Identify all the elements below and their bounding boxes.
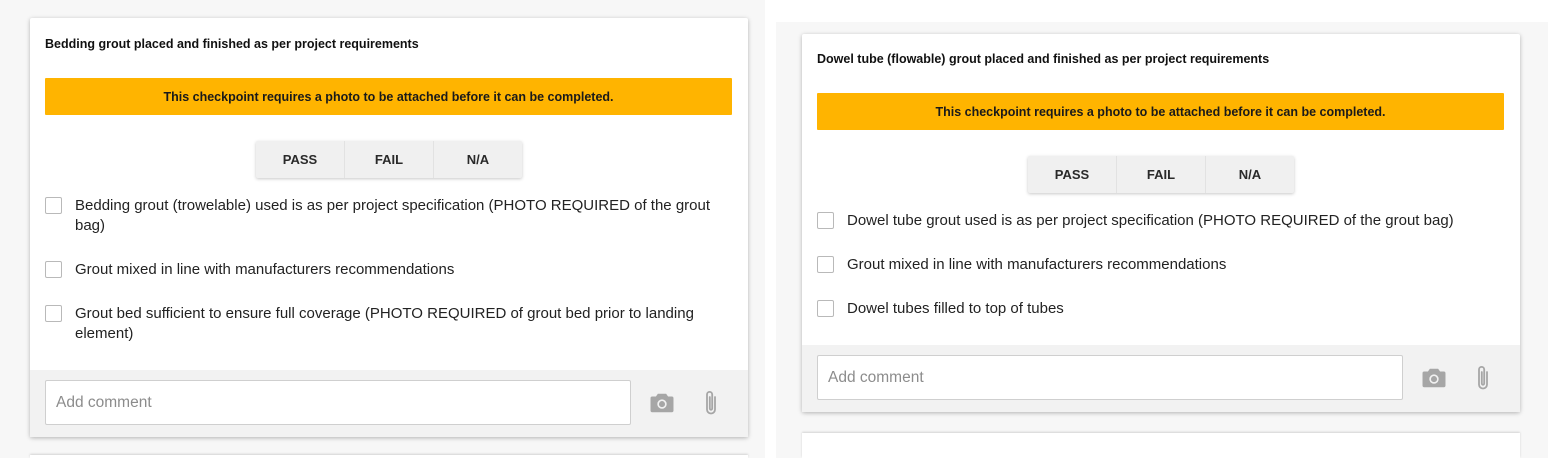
comment-input[interactable]	[817, 355, 1403, 400]
checklist-item: Grout bed sufficient to ensure full cove…	[45, 304, 732, 344]
checklist-item: Grout mixed in line with manufacturers r…	[45, 260, 732, 280]
checklist-item-label: Grout mixed in line with manufacturers r…	[847, 256, 1227, 273]
checklist-item: Grout mixed in line with manufacturers r…	[817, 255, 1504, 275]
checkbox[interactable]	[817, 300, 834, 317]
checklist-item: Dowel tube grout used is as per project …	[817, 211, 1504, 231]
comment-footer	[30, 370, 748, 437]
pass-button[interactable]: PASS	[1028, 156, 1116, 193]
checklist-item-label: Grout mixed in line with manufacturers r…	[75, 261, 455, 278]
na-button[interactable]: N/A	[433, 141, 522, 178]
checklist-item: Dowel tubes filled to top of tubes	[817, 299, 1504, 319]
checkbox[interactable]	[45, 305, 62, 322]
comment-input[interactable]	[45, 380, 631, 425]
camera-icon[interactable]	[648, 389, 676, 417]
checkpoint-card-dowel-tube-grout: Dowel tube (flowable) grout placed and f…	[802, 34, 1520, 412]
checkbox[interactable]	[817, 256, 834, 273]
checkbox[interactable]	[817, 212, 834, 229]
comment-footer	[802, 345, 1520, 412]
checklist-item-label: Bedding grout (trowelable) used is as pe…	[75, 197, 711, 234]
fail-button[interactable]: FAIL	[344, 141, 433, 178]
checkpoint-title: Bedding grout placed and finished as per…	[45, 37, 419, 51]
na-button[interactable]: N/A	[1205, 156, 1294, 193]
pass-button[interactable]: PASS	[256, 141, 344, 178]
camera-icon[interactable]	[1420, 364, 1448, 392]
fail-button[interactable]: FAIL	[1116, 156, 1205, 193]
checkpoint-title: Dowel tube (flowable) grout placed and f…	[817, 52, 1270, 66]
checklist-item-label: Dowel tube grout used is as per project …	[847, 212, 1454, 229]
photo-required-banner: This checkpoint requires a photo to be a…	[45, 78, 732, 115]
next-card-edge	[802, 433, 1520, 458]
checkpoint-card-bedding-grout: Bedding grout placed and finished as per…	[30, 18, 748, 437]
checklist-item: Bedding grout (trowelable) used is as pe…	[45, 196, 732, 236]
paperclip-icon[interactable]	[1469, 364, 1497, 392]
paperclip-icon[interactable]	[697, 389, 725, 417]
checklist-item-label: Grout bed sufficient to ensure full cove…	[75, 305, 694, 342]
checkbox[interactable]	[45, 197, 62, 214]
pass-fail-na-toggle: PASS FAIL N/A	[1028, 156, 1294, 193]
checkbox[interactable]	[45, 261, 62, 278]
checklist-item-label: Dowel tubes filled to top of tubes	[847, 300, 1064, 317]
pass-fail-na-toggle: PASS FAIL N/A	[256, 141, 522, 178]
photo-required-banner: This checkpoint requires a photo to be a…	[817, 93, 1504, 130]
